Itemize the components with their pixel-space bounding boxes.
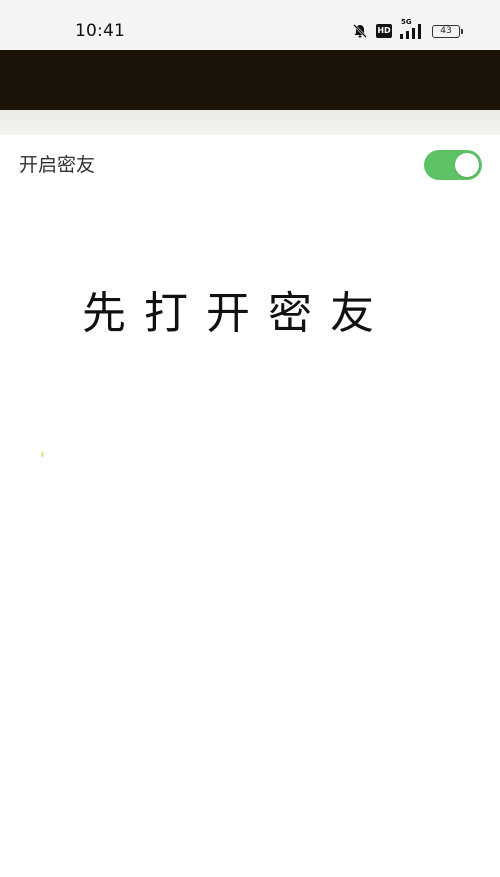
network-label: 5G xyxy=(401,18,412,26)
open-friend-hint: 先打开密友 xyxy=(82,288,392,339)
decorative-speck xyxy=(41,452,44,457)
nav-strip xyxy=(0,110,500,135)
status-icons: HD 5G 43 xyxy=(352,18,463,41)
battery-icon: 43 xyxy=(432,24,463,38)
status-time: 10:41 xyxy=(75,21,125,41)
hd-icon: HD xyxy=(376,24,392,38)
toggle-knob xyxy=(455,153,479,177)
signal-5g-icon: 5G xyxy=(400,18,424,39)
enable-friend-toggle[interactable] xyxy=(424,150,482,180)
enable-friend-label: 开启密友 xyxy=(19,154,96,176)
status-bar: 10:41 HD 5G 43 xyxy=(0,0,500,50)
bell-off-icon xyxy=(352,23,368,39)
redacted-header xyxy=(0,50,500,110)
enable-friend-row[interactable]: 开启密友 xyxy=(0,140,500,190)
